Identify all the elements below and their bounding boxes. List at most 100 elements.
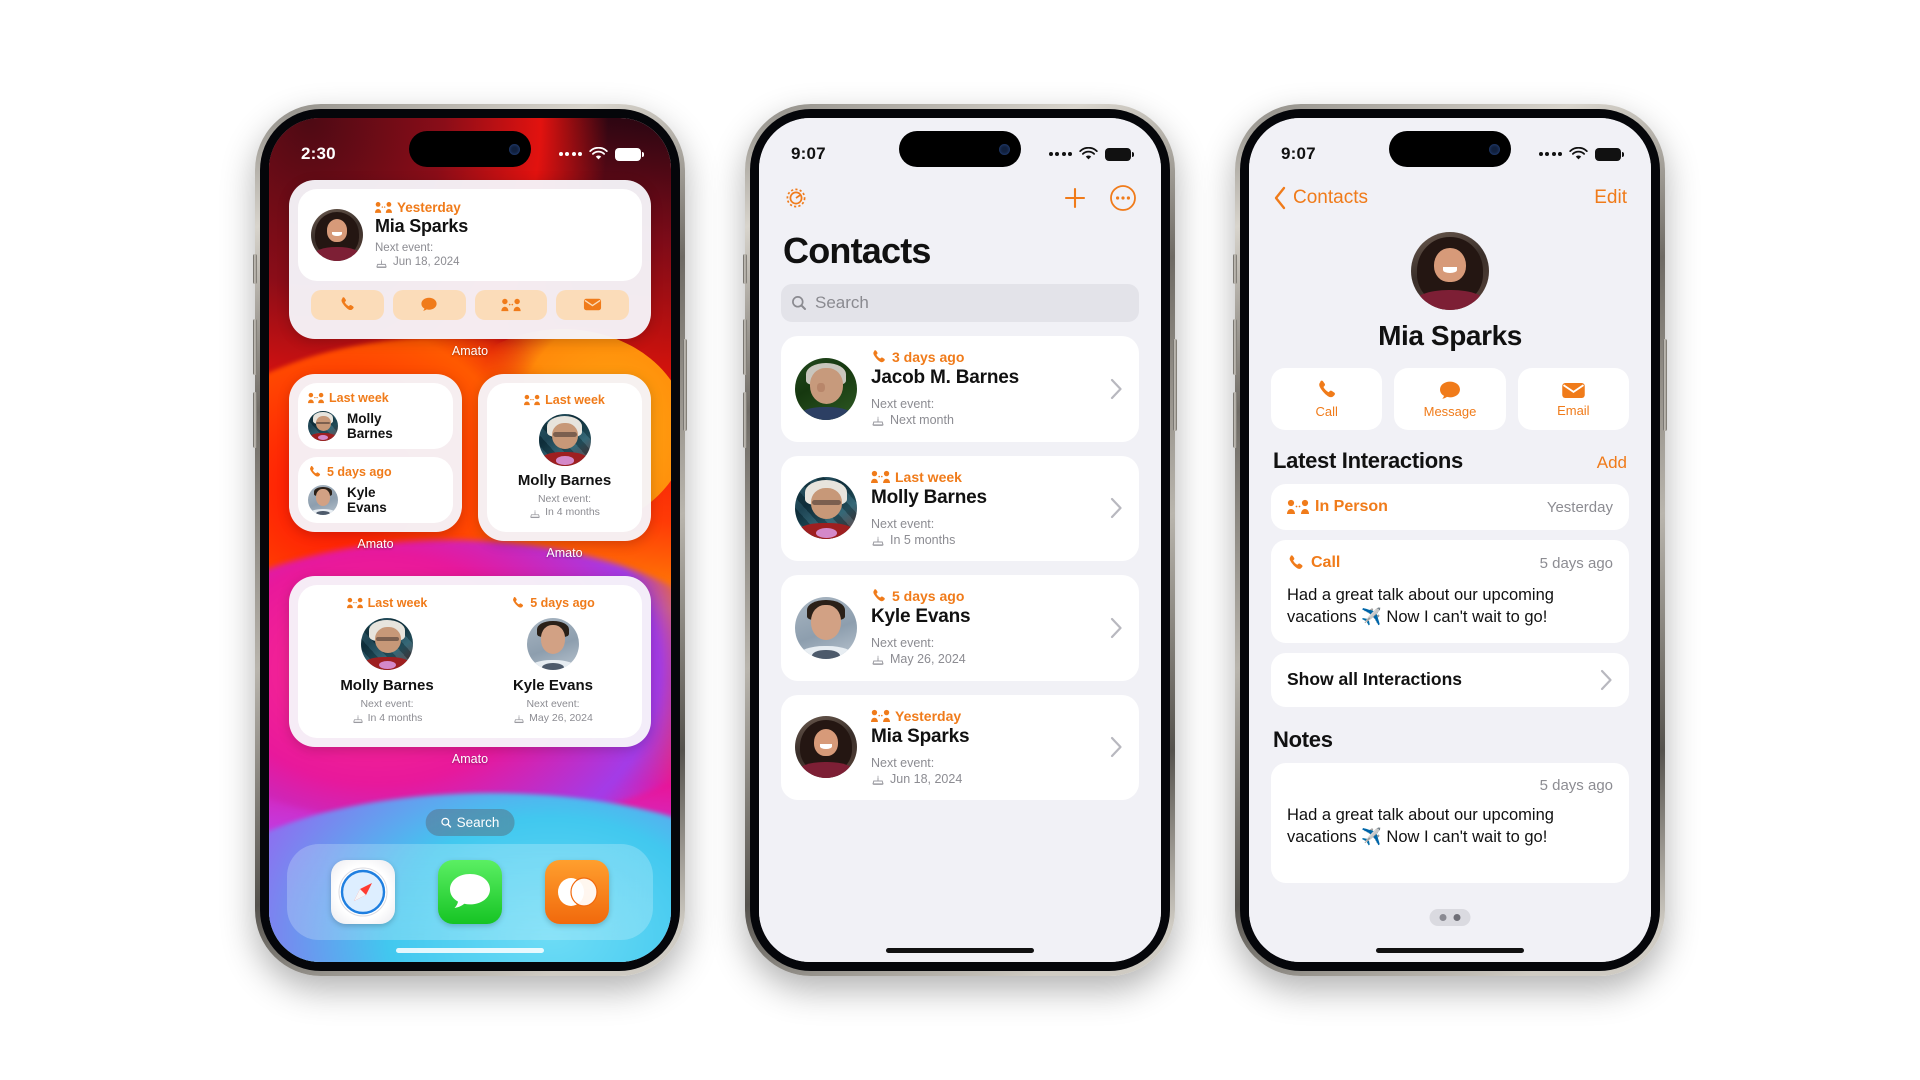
message-action-button[interactable]	[392, 289, 466, 320]
widget-contact-name: Molly Barnes	[340, 677, 434, 695]
safari-app-icon[interactable]	[330, 860, 395, 924]
dynamic-island	[1389, 131, 1511, 167]
silent-switch[interactable]	[1233, 254, 1237, 284]
email-button[interactable]: Email	[1517, 368, 1629, 430]
in-person-action-button[interactable]	[474, 289, 548, 320]
avatar	[311, 208, 363, 261]
widget-highlight-text: Last week	[545, 392, 605, 407]
in-person-icon	[308, 392, 324, 403]
interaction-type: Call	[1311, 554, 1341, 571]
search-input[interactable]: Search	[781, 284, 1139, 322]
widget-label: Amato	[451, 752, 489, 767]
cellular-icon	[1048, 152, 1072, 156]
plus-icon[interactable]	[1061, 184, 1089, 212]
widget-label: Amato	[451, 343, 489, 358]
volume-up-button[interactable]	[253, 319, 257, 375]
dynamic-island	[409, 131, 531, 167]
power-button[interactable]	[1663, 339, 1667, 431]
back-button-label[interactable]: Contacts	[1293, 187, 1368, 209]
battery-icon	[1595, 147, 1624, 161]
contact-name: Mia Sparks	[1378, 320, 1522, 351]
interaction-card-in-person[interactable]: In Person Yesterday	[1271, 484, 1629, 530]
in-person-icon	[871, 709, 890, 722]
widget-contact-card[interactable]: 5 days ago Kyle Evans Next event: May 26…	[470, 596, 636, 725]
message-icon	[421, 297, 437, 312]
interaction-card-call[interactable]: Call 5 days ago Had a great talk about o…	[1271, 540, 1629, 643]
widget-label: Amato	[357, 537, 394, 552]
avatar	[1411, 232, 1489, 310]
in-person-icon	[1287, 499, 1309, 514]
wifi-icon	[1079, 147, 1098, 160]
widget-contact-name: Molly Barnes	[517, 471, 612, 489]
volume-up-button[interactable]	[743, 319, 747, 375]
birthday-cake-icon	[872, 655, 884, 666]
page-title: Contacts	[783, 230, 931, 271]
widget-contact-name: Molly Barnes	[347, 410, 393, 441]
volume-up-button[interactable]	[1233, 319, 1237, 375]
chevron-left-icon[interactable]	[1273, 186, 1287, 210]
edit-button[interactable]: Edit	[1594, 187, 1627, 209]
widget-amato-medium-pair[interactable]: Last week Molly Barnes Next event: In 4 …	[289, 576, 651, 766]
birthday-cake-icon	[530, 510, 540, 519]
amato-app-icon[interactable]	[545, 860, 610, 924]
widget-contact-card[interactable]: Last week Molly Barnes	[298, 382, 453, 449]
chevron-right-icon	[1110, 617, 1122, 638]
contact-row-kyle[interactable]: 5 days ago Kyle Evans Next event: May 26…	[781, 575, 1139, 681]
dynamic-island	[899, 131, 1021, 167]
next-event-label: Next event:	[871, 516, 935, 531]
message-button[interactable]: Message	[1394, 368, 1506, 430]
widget-contact-card[interactable]: Last week Molly Barnes Next event: In 4 …	[487, 382, 642, 533]
widget-amato-small-molly[interactable]: Last week Molly Barnes Next event: In 4 …	[478, 373, 651, 561]
widget-contact-card[interactable]: Yesterday Mia Sparks Next event: Jun 18,…	[298, 189, 642, 281]
next-event-value: In 5 months	[890, 532, 956, 547]
messages-app-icon[interactable]	[437, 860, 502, 924]
gear-icon[interactable]	[783, 185, 809, 211]
widget-amato-small-list[interactable]: Last week Molly Barnes 5 days ago Kyle E…	[289, 373, 462, 560]
phone-icon	[1318, 380, 1335, 398]
note-card[interactable]: 5 days ago Had a great talk about our up…	[1271, 762, 1629, 883]
avatar	[795, 716, 857, 779]
battery-icon	[615, 147, 644, 161]
phone-icon	[1289, 555, 1303, 569]
search-pill-label: Search	[456, 815, 500, 830]
widget-contact-name: Kyle Evans	[347, 484, 387, 516]
call-action-button[interactable]	[311, 289, 384, 320]
birthday-cake-icon	[376, 259, 387, 269]
silent-switch[interactable]	[743, 254, 747, 284]
widget-contact-card[interactable]: 5 days ago Kyle Evans	[298, 456, 453, 524]
widget-contact-name: Mia Sparks	[375, 216, 469, 236]
widget-label: Amato	[546, 546, 583, 561]
ellipsis-circle-icon[interactable]	[1109, 184, 1137, 212]
contact-row-mia[interactable]: Yesterday Mia Sparks Next event: Jun 18,…	[781, 694, 1139, 800]
contact-row-molly[interactable]: Last week Molly Barnes Next event: In 5 …	[781, 455, 1139, 561]
interaction-when: Yesterday	[1546, 498, 1613, 516]
avatar	[361, 618, 413, 671]
volume-down-button[interactable]	[1233, 392, 1237, 448]
contact-row-jacob[interactable]: 3 days ago Jacob M. Barnes Next event: N…	[781, 336, 1139, 442]
show-all-interactions-row[interactable]: Show all Interactions	[1271, 652, 1629, 707]
volume-down-button[interactable]	[743, 392, 747, 448]
next-event-label: Next event:	[871, 636, 935, 650]
next-event-value: Next month	[890, 413, 954, 428]
status-time: 2:30	[301, 144, 336, 163]
interaction-highlight: Last week	[895, 468, 962, 485]
chevron-right-icon	[1110, 737, 1122, 758]
add-interaction-button[interactable]: Add	[1597, 453, 1627, 473]
home-indicator	[396, 948, 544, 953]
volume-down-button[interactable]	[253, 392, 257, 448]
search-icon	[792, 296, 806, 310]
silent-switch[interactable]	[253, 254, 257, 284]
call-button[interactable]: Call	[1271, 368, 1383, 430]
search-pill[interactable]: Search	[425, 809, 515, 836]
power-button[interactable]	[1173, 339, 1177, 431]
phone-contact-detail: 9:07 Contacts Edit Mia Sparks Call Messa…	[1233, 104, 1667, 976]
contact-detail-screen: 9:07 Contacts Edit Mia Sparks Call Messa…	[1249, 118, 1651, 962]
power-button[interactable]	[683, 339, 687, 431]
widget-amato-medium-mia[interactable]: Yesterday Mia Sparks Next event: Jun 18,…	[289, 180, 651, 358]
page-indicator[interactable]	[1429, 909, 1471, 926]
widget-contact-card[interactable]: Last week Molly Barnes Next event: In 4 …	[304, 596, 470, 725]
interaction-type: In Person	[1315, 498, 1388, 515]
message-button-label: Message	[1423, 403, 1477, 419]
email-action-button[interactable]	[556, 289, 629, 320]
search-icon	[441, 817, 452, 828]
